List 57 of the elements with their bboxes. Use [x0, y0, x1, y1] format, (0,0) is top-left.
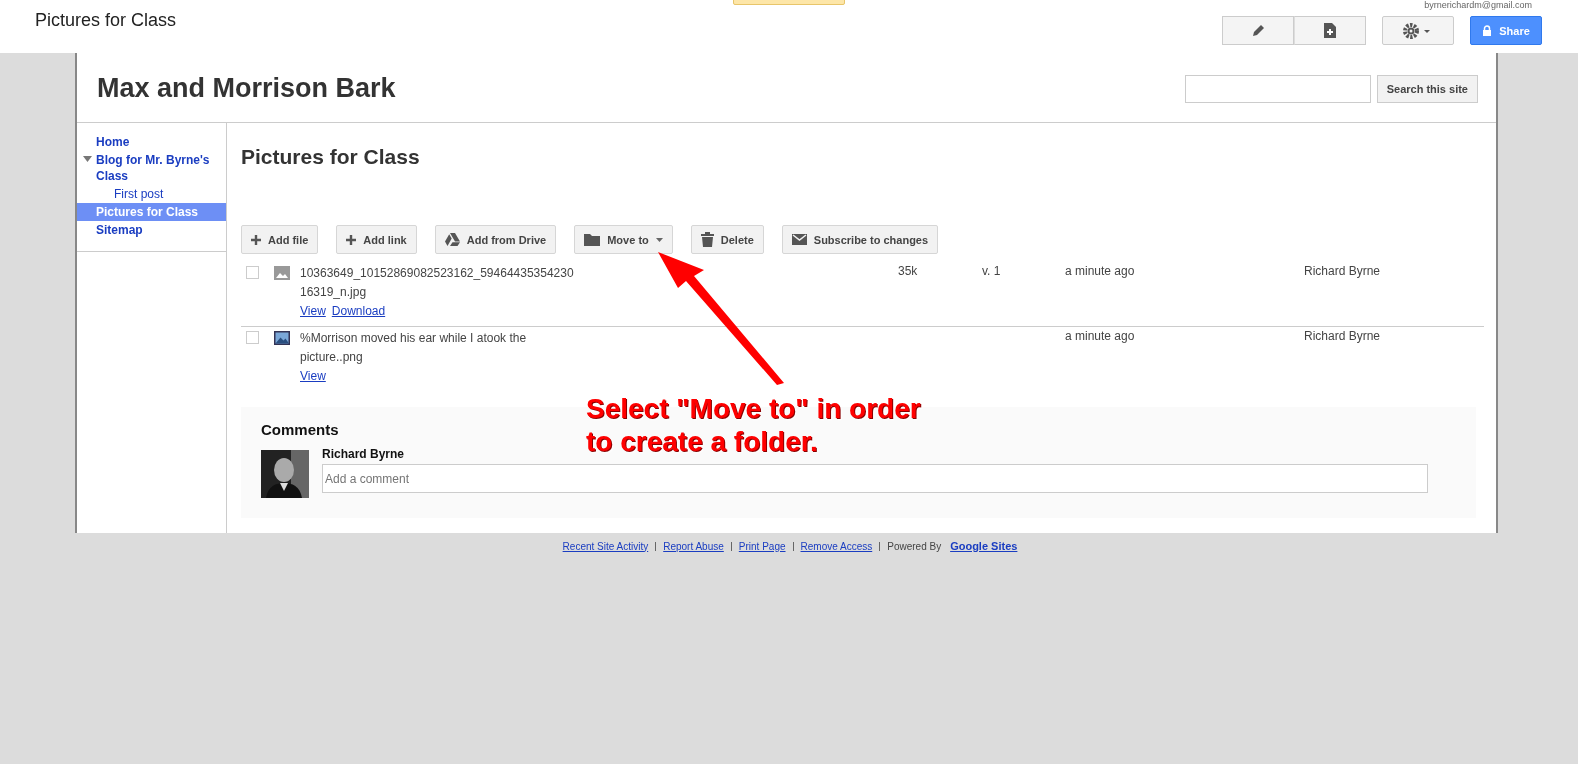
nav-item[interactable]: Blog for Mr. Byrne's Class: [77, 151, 226, 185]
envelope-icon: [791, 234, 807, 245]
site-title: Max and Morrison Bark: [97, 73, 396, 104]
new-page-button[interactable]: [1294, 16, 1366, 45]
footer-link[interactable]: Google Sites: [950, 540, 1018, 552]
image-icon: [274, 266, 290, 280]
annotation-text: Select "Move to" in order to create a folder.: [586, 392, 921, 458]
checkbox[interactable]: [246, 331, 259, 344]
toolbar-button[interactable]: Move to: [574, 225, 673, 254]
folder-icon: [584, 233, 601, 246]
nav-item[interactable]: Sitemap: [77, 221, 226, 239]
search-button[interactable]: Search this site: [1376, 74, 1478, 103]
comments-heading: Comments: [261, 421, 339, 438]
toolbar-button[interactable]: Subscribe to changes: [781, 225, 939, 254]
file-name: picture..png: [300, 349, 364, 366]
plus-icon: [251, 234, 261, 245]
powered-by-text: Powered By: [887, 540, 942, 552]
expand-icon: [83, 156, 92, 162]
toolbar-button[interactable]: Add from Drive: [434, 225, 557, 254]
settings-icon: [1403, 22, 1433, 39]
page-heading: Pictures for Class: [241, 145, 421, 169]
checkbox[interactable]: [246, 266, 259, 279]
toolbar-button[interactable]: Delete: [690, 225, 764, 254]
settings-button[interactable]: [1382, 16, 1454, 45]
footer-link[interactable]: Recent Site Activity: [562, 540, 649, 552]
file-version: v. 1: [982, 264, 1001, 278]
triangle-logo-icon: [444, 233, 460, 246]
lock-icon: [1482, 25, 1493, 36]
page-title: Pictures for Class: [35, 10, 177, 31]
footer-link[interactable]: Print Page: [738, 540, 786, 552]
comment-author: Richard Byrne: [322, 447, 406, 461]
footer-link[interactable]: Report Abuse: [663, 540, 724, 552]
toolbar-button[interactable]: Add link: [336, 225, 417, 254]
pencil-icon: [1251, 23, 1265, 38]
file-name: 10363649_10152869082523162_59464435354230: [300, 265, 575, 282]
file-link[interactable]: View: [300, 302, 326, 321]
footer-link[interactable]: Remove Access: [800, 540, 873, 552]
file-link[interactable]: View: [300, 367, 326, 386]
file-time: a minute ago: [1065, 264, 1135, 278]
toolbar-button[interactable]: Add file: [241, 225, 319, 254]
caret-icon: [655, 237, 663, 242]
file-author: Richard Byrne: [1304, 264, 1381, 278]
file-name: %Morrison moved his ear while I atook the: [300, 330, 528, 347]
nav-item[interactable]: First post: [77, 185, 226, 203]
plus-icon: [346, 234, 357, 245]
new-page-icon: [1324, 23, 1336, 38]
trash-icon: [700, 232, 714, 247]
account-email[interactable]: byrnerichardm@gmail.com: [1424, 0, 1542, 11]
search-field[interactable]: [1184, 74, 1371, 103]
image-icon: [274, 331, 290, 345]
file-link[interactable]: Download: [331, 302, 386, 321]
file-author: Richard Byrne: [1304, 329, 1381, 343]
nav-item[interactable]: Home: [77, 133, 226, 151]
file-name: 16319_n.jpg: [300, 284, 368, 301]
file-time: a minute ago: [1065, 329, 1135, 343]
file-size: 35k: [898, 264, 918, 278]
comment-field[interactable]: Add a comment: [322, 464, 1428, 493]
